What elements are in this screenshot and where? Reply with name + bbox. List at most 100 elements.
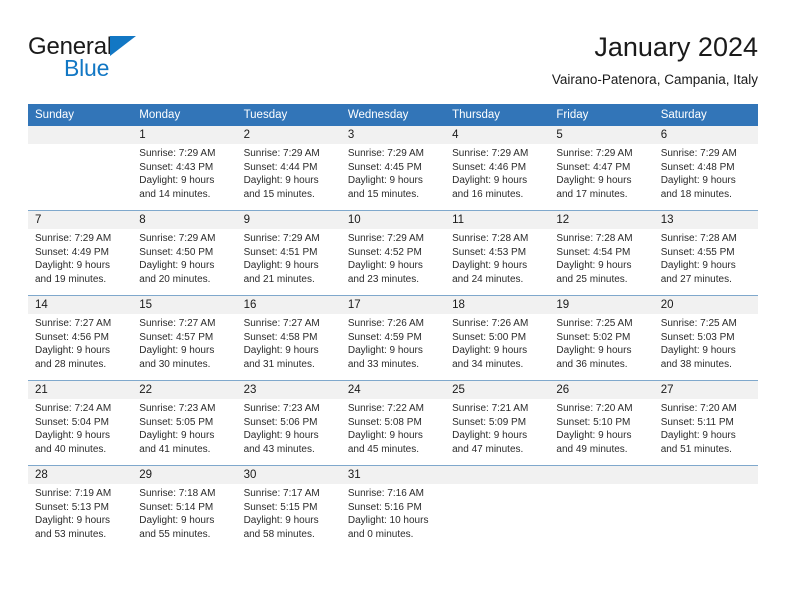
daylight-text-line2: and 28 minutes. (35, 358, 107, 370)
day-cell[interactable]: 18 Sunrise: 7:26 AM Sunset: 5:00 PM Dayligh… (445, 295, 550, 381)
daylight-text-line1: Daylight: 9 hours (243, 345, 319, 357)
sunset-text: Sunset: 4:58 PM (243, 331, 318, 343)
daylight-text-line2: and 53 minutes. (35, 528, 107, 540)
sunrise-text: Sunrise: 7:29 AM (347, 233, 424, 244)
day-cell[interactable]: 23 Sunrise: 7:23 AM Sunset: 5:06 PM Dayligh… (236, 380, 341, 466)
day-cell[interactable]: 26 Sunrise: 7:20 AM Sunset: 5:10 PM Dayligh… (549, 380, 654, 466)
day-details: Sunrise: 7:29 AM Sunset: 4:47 PM Daylight:… (549, 144, 653, 201)
sunrise-text: Sunrise: 7:29 AM (243, 148, 320, 159)
daylight-text-line2: and 16 minutes. (452, 188, 524, 200)
sunset-text: Sunset: 4:52 PM (347, 246, 422, 258)
weekday-header-tuesday: Tuesday (236, 104, 341, 126)
daylight-text-line1: Daylight: 9 hours (35, 515, 111, 527)
day-cell[interactable]: 9 Sunrise: 7:29 AM Sunset: 4:51 PM Daylight… (236, 210, 341, 296)
day-cell[interactable]: 27 Sunrise: 7:20 AM Sunset: 5:11 PM Dayligh… (653, 380, 758, 466)
day-details: Sunrise: 7:26 AM Sunset: 4:59 PM Daylight:… (341, 314, 445, 371)
day-number: 14 (28, 296, 133, 314)
day-details: Sunrise: 7:29 AM Sunset: 4:46 PM Daylight:… (445, 144, 549, 201)
day-cell[interactable] (549, 465, 654, 550)
day-number: 4 (445, 126, 550, 144)
day-cell[interactable]: 31 Sunrise: 7:16 AM Sunset: 5:16 PM Dayligh… (340, 465, 446, 550)
day-number: 9 (236, 211, 341, 229)
daylight-text-line1: Daylight: 9 hours (243, 515, 319, 527)
day-cell[interactable]: 29 Sunrise: 7:18 AM Sunset: 5:14 PM Dayligh… (132, 465, 237, 550)
day-cell[interactable]: 19 Sunrise: 7:25 AM Sunset: 5:02 PM Dayligh… (549, 295, 654, 381)
day-cell[interactable] (653, 465, 758, 550)
sunset-text: Sunset: 5:04 PM (35, 416, 109, 428)
day-number: 5 (549, 126, 654, 144)
sunrise-text: Sunrise: 7:27 AM (35, 318, 112, 329)
day-cell[interactable]: 20 Sunrise: 7:25 AM Sunset: 5:03 PM Dayligh… (653, 295, 758, 381)
day-cell[interactable]: 13 Sunrise: 7:28 AM Sunset: 4:55 PM Dayligh… (653, 210, 758, 296)
sunrise-text: Sunrise: 7:29 AM (660, 148, 737, 159)
day-number: 18 (445, 296, 550, 314)
day-details: Sunrise: 7:29 AM Sunset: 4:44 PM Daylight:… (237, 144, 341, 201)
day-cell[interactable]: 5 Sunrise: 7:29 AM Sunset: 4:47 PM Daylight… (549, 126, 654, 211)
day-cell[interactable]: 21 Sunrise: 7:24 AM Sunset: 5:04 PM Dayligh… (28, 380, 133, 466)
daylight-text-line1: Daylight: 9 hours (452, 175, 528, 187)
daylight-text-line2: and 47 minutes. (452, 443, 524, 455)
day-number: 8 (132, 211, 237, 229)
day-cell[interactable]: 17 Sunrise: 7:26 AM Sunset: 4:59 PM Dayligh… (340, 295, 446, 381)
day-cell[interactable]: 8 Sunrise: 7:29 AM Sunset: 4:50 PM Daylight… (132, 210, 237, 296)
day-cell[interactable]: 10 Sunrise: 7:29 AM Sunset: 4:52 PM Dayligh… (340, 210, 446, 296)
day-number: 6 (653, 126, 758, 144)
sunrise-text: Sunrise: 7:28 AM (556, 233, 633, 244)
day-number: 24 (340, 381, 446, 399)
day-cell[interactable]: 3 Sunrise: 7:29 AM Sunset: 4:45 PM Daylight… (340, 126, 446, 211)
day-cell[interactable]: 30 Sunrise: 7:17 AM Sunset: 5:15 PM Dayligh… (236, 465, 341, 550)
daylight-text-line1: Daylight: 9 hours (452, 260, 528, 272)
sunset-text: Sunset: 4:53 PM (452, 246, 527, 258)
day-details: Sunrise: 7:20 AM Sunset: 5:11 PM Daylight:… (654, 399, 758, 456)
day-cell[interactable]: 16 Sunrise: 7:27 AM Sunset: 4:58 PM Dayligh… (236, 295, 341, 381)
day-cell[interactable]: 2 Sunrise: 7:29 AM Sunset: 4:44 PM Daylight… (236, 126, 341, 211)
sunrise-text: Sunrise: 7:29 AM (452, 148, 529, 159)
page-header: General Blue January 2024 Vairano-Pateno… (28, 30, 758, 96)
sunrise-text: Sunrise: 7:29 AM (139, 148, 216, 159)
daylight-text-line2: and 15 minutes. (243, 188, 315, 200)
daylight-text-line2: and 14 minutes. (139, 188, 211, 200)
day-cell[interactable]: 24 Sunrise: 7:22 AM Sunset: 5:08 PM Dayligh… (340, 380, 446, 466)
sunset-text: Sunset: 5:02 PM (556, 331, 631, 343)
weekday-header-saturday: Saturday (653, 104, 758, 126)
day-cell[interactable] (445, 465, 550, 550)
sunset-text: Sunset: 4:55 PM (660, 246, 735, 258)
day-cell[interactable]: 14 Sunrise: 7:27 AM Sunset: 4:56 PM Dayligh… (28, 295, 133, 381)
day-cell[interactable]: 7 Sunrise: 7:29 AM Sunset: 4:49 PM Daylight… (28, 210, 133, 296)
calendar-week-row: 28 Sunrise: 7:19 AM Sunset: 5:13 PM Dayligh… (28, 465, 758, 550)
sunrise-text: Sunrise: 7:17 AM (243, 488, 320, 499)
sunset-text: Sunset: 4:49 PM (35, 246, 109, 258)
day-cell[interactable]: 25 Sunrise: 7:21 AM Sunset: 5:09 PM Dayligh… (445, 380, 550, 466)
sunrise-text: Sunrise: 7:19 AM (35, 488, 112, 499)
sunrise-text: Sunrise: 7:20 AM (660, 403, 737, 414)
day-cell[interactable]: 1 Sunrise: 7:29 AM Sunset: 4:43 PM Daylight… (132, 126, 237, 211)
day-cell[interactable]: 11 Sunrise: 7:28 AM Sunset: 4:53 PM Dayligh… (445, 210, 550, 296)
sunrise-text: Sunrise: 7:26 AM (452, 318, 529, 329)
day-details: Sunrise: 7:17 AM Sunset: 5:15 PM Daylight:… (237, 484, 341, 541)
day-cell[interactable]: 4 Sunrise: 7:29 AM Sunset: 4:46 PM Daylight… (445, 126, 550, 211)
day-cell[interactable]: 6 Sunrise: 7:29 AM Sunset: 4:48 PM Daylight… (653, 126, 758, 211)
daylight-text-line2: and 51 minutes. (660, 443, 732, 455)
weekday-header-friday: Friday (549, 104, 654, 126)
daylight-text-line1: Daylight: 9 hours (660, 260, 736, 272)
day-details: Sunrise: 7:28 AM Sunset: 4:54 PM Daylight:… (549, 229, 653, 286)
sunrise-text: Sunrise: 7:21 AM (452, 403, 529, 414)
daylight-text-line1: Daylight: 9 hours (556, 260, 632, 272)
daylight-text-line2: and 38 minutes. (660, 358, 732, 370)
sunrise-text: Sunrise: 7:25 AM (660, 318, 737, 329)
sunrise-text: Sunrise: 7:23 AM (243, 403, 320, 414)
daylight-text-line1: Daylight: 9 hours (660, 345, 736, 357)
daylight-text-line1: Daylight: 9 hours (556, 175, 632, 187)
sunrise-text: Sunrise: 7:16 AM (347, 488, 424, 499)
day-cell[interactable]: 28 Sunrise: 7:19 AM Sunset: 5:13 PM Dayligh… (28, 465, 133, 550)
day-details (28, 144, 132, 147)
day-cell[interactable] (28, 126, 133, 211)
day-cell[interactable]: 22 Sunrise: 7:23 AM Sunset: 5:05 PM Dayligh… (132, 380, 237, 466)
daylight-text-line1: Daylight: 9 hours (660, 175, 736, 187)
sunset-text: Sunset: 5:13 PM (35, 501, 109, 513)
day-cell[interactable]: 15 Sunrise: 7:27 AM Sunset: 4:57 PM Dayligh… (132, 295, 237, 381)
day-cell[interactable]: 12 Sunrise: 7:28 AM Sunset: 4:54 PM Dayligh… (549, 210, 654, 296)
sunrise-text: Sunrise: 7:25 AM (556, 318, 633, 329)
daylight-text-line1: Daylight: 9 hours (139, 175, 215, 187)
weekday-header-monday: Monday (132, 104, 237, 126)
